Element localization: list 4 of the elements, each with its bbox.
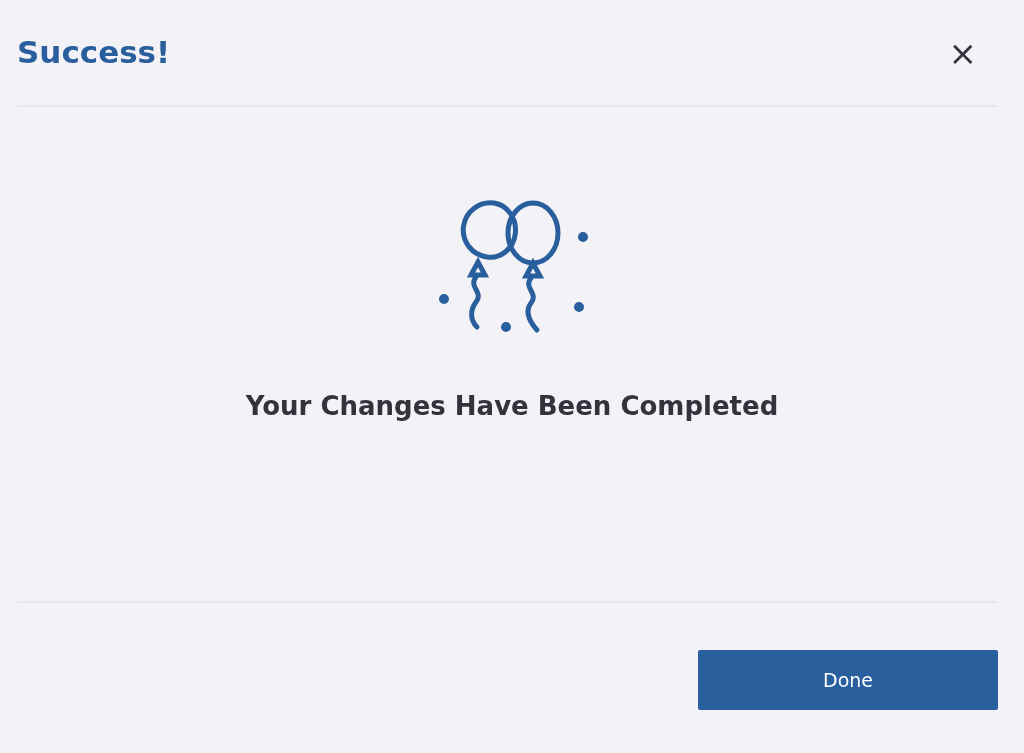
success-message: Your Changes Have Been Completed (245, 390, 779, 423)
dialog-title: Success! (17, 33, 171, 72)
done-button[interactable]: Done (698, 650, 998, 710)
close-button[interactable]: × (944, 35, 981, 70)
